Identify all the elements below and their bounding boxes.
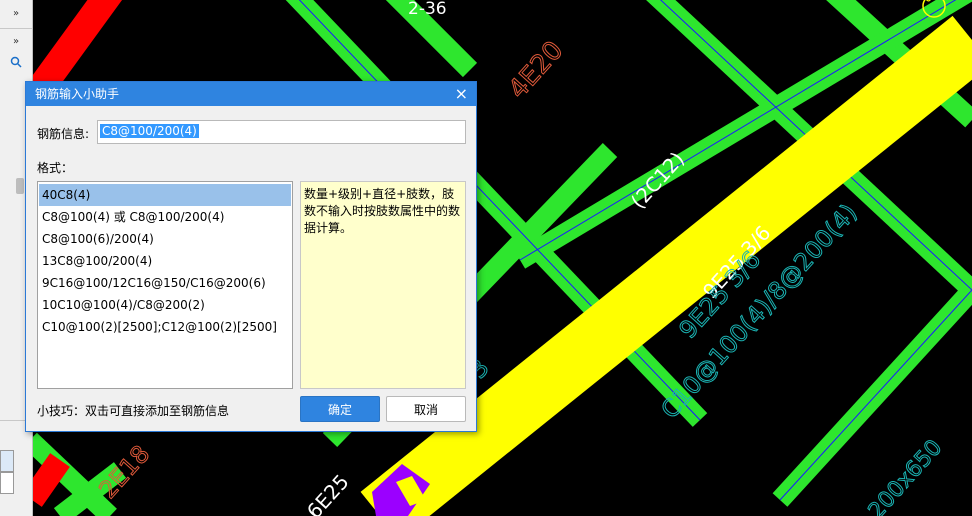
- format-hint-box: 数量+级别+直径+肢数，肢数不输入时按肢数属性中的数据计算。: [300, 181, 466, 389]
- format-hint-text: 数量+级别+直径+肢数，肢数不输入时按肢数属性中的数据计算。: [304, 187, 461, 235]
- format-list-item[interactable]: C10@100(2)[2500];C12@100(2)[2500]: [39, 316, 291, 338]
- format-list-item[interactable]: 9C16@100/12C16@150/C16@200(6): [39, 272, 291, 294]
- format-list[interactable]: 40C8(4) C8@100(4) 或 C8@100/200(4) C8@100…: [37, 181, 293, 389]
- close-icon[interactable]: ×: [455, 82, 468, 106]
- format-list-item[interactable]: 40C8(4): [39, 184, 291, 206]
- dialog-title: 钢筋输入小助手: [35, 87, 120, 101]
- format-list-item[interactable]: 13C8@100/200(4): [39, 250, 291, 272]
- rebar-info-input[interactable]: C8@100/200(4): [97, 120, 466, 144]
- ok-button[interactable]: 确定: [300, 396, 380, 422]
- rebar-info-value: C8@100/200(4): [100, 124, 199, 138]
- panel-tab[interactable]: [0, 450, 14, 472]
- scrollbar-thumb[interactable]: [16, 178, 24, 194]
- format-list-item[interactable]: C8@100(6)/200(4): [39, 228, 291, 250]
- rebar-info-label: 钢筋信息:: [37, 127, 90, 141]
- tip-text: 小技巧：双击可直接添加至钢筋信息: [37, 404, 230, 418]
- label-2-36: 2-36: [408, 0, 447, 19]
- dialog-titlebar[interactable]: 钢筋输入小助手 ×: [26, 82, 476, 106]
- expand-icon[interactable]: »: [2, 4, 30, 24]
- rebar-input-assistant-dialog: 钢筋输入小助手 × 钢筋信息: C8@100/200(4) 格式： 40C8(4…: [25, 81, 477, 432]
- divider: [0, 28, 32, 29]
- format-list-item[interactable]: 10C10@100(4)/C8@200(2): [39, 294, 291, 316]
- format-list-item[interactable]: C8@100(4) 或 C8@100/200(4): [39, 206, 291, 228]
- cancel-button[interactable]: 取消: [386, 396, 466, 422]
- search-icon[interactable]: [2, 56, 30, 76]
- expand-icon[interactable]: »: [2, 32, 30, 52]
- panel-tab[interactable]: [0, 472, 14, 494]
- format-label: 格式：: [37, 161, 74, 175]
